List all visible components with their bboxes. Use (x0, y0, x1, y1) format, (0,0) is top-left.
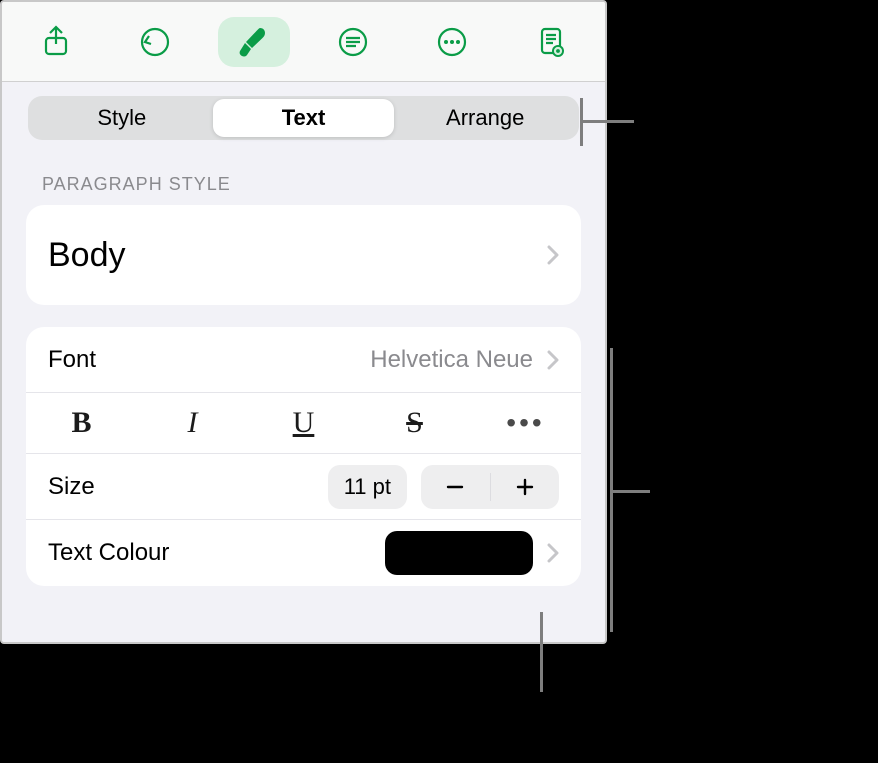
document-view-button[interactable] (515, 17, 587, 67)
main-toolbar (2, 2, 605, 82)
callout-line (580, 120, 634, 123)
paragraph-style-row[interactable]: Body (26, 205, 581, 305)
minus-icon (444, 476, 466, 498)
undo-button[interactable] (119, 17, 191, 67)
strikethrough-button[interactable]: S (359, 393, 470, 453)
callout-line (610, 490, 650, 493)
font-label: Font (48, 346, 96, 374)
tab-text[interactable]: Text (213, 99, 395, 137)
brush-icon (236, 24, 272, 60)
underline-button[interactable]: U (248, 393, 359, 453)
size-increase-button[interactable] (491, 465, 560, 509)
chevron-right-icon (547, 245, 559, 265)
paragraph-style-card: Body (26, 205, 581, 305)
insert-icon (335, 24, 371, 60)
segmented-control: Style Text Arrange (28, 96, 579, 140)
tab-arrange[interactable]: Arrange (394, 99, 576, 137)
section-header-paragraph-style: Paragraph Style (2, 140, 605, 205)
size-row: Size 11 pt (26, 454, 581, 520)
text-colour-swatch[interactable] (385, 531, 533, 575)
callout-line (540, 612, 543, 692)
text-attributes-card: Font Helvetica Neue B I U S ••• Size 11 … (26, 327, 581, 586)
text-colour-row[interactable]: Text Colour (26, 520, 581, 586)
more-styles-button[interactable]: ••• (470, 393, 581, 453)
italic-button[interactable]: I (137, 393, 248, 453)
font-value: Helvetica Neue (370, 346, 533, 374)
tab-style[interactable]: Style (31, 99, 213, 137)
segmented-control-wrap: Style Text Arrange (2, 82, 605, 140)
text-style-row: B I U S ••• (26, 393, 581, 454)
insert-button[interactable] (317, 17, 389, 67)
format-button[interactable] (218, 17, 290, 67)
paragraph-style-value: Body (48, 236, 126, 275)
share-icon (38, 24, 74, 60)
doc-view-icon (533, 24, 569, 60)
ellipsis-circle-icon (434, 24, 470, 60)
size-label: Size (48, 473, 95, 501)
more-button[interactable] (416, 17, 488, 67)
font-row[interactable]: Font Helvetica Neue (26, 327, 581, 393)
share-button[interactable] (20, 17, 92, 67)
size-value[interactable]: 11 pt (328, 465, 407, 509)
format-panel: Style Text Arrange Paragraph Style Body … (0, 0, 607, 644)
chevron-right-icon (547, 543, 559, 563)
size-stepper (421, 465, 559, 509)
text-colour-label: Text Colour (48, 539, 169, 567)
plus-icon (514, 476, 536, 498)
size-decrease-button[interactable] (421, 465, 490, 509)
bold-button[interactable]: B (26, 393, 137, 453)
chevron-right-icon (547, 350, 559, 370)
undo-icon (137, 24, 173, 60)
